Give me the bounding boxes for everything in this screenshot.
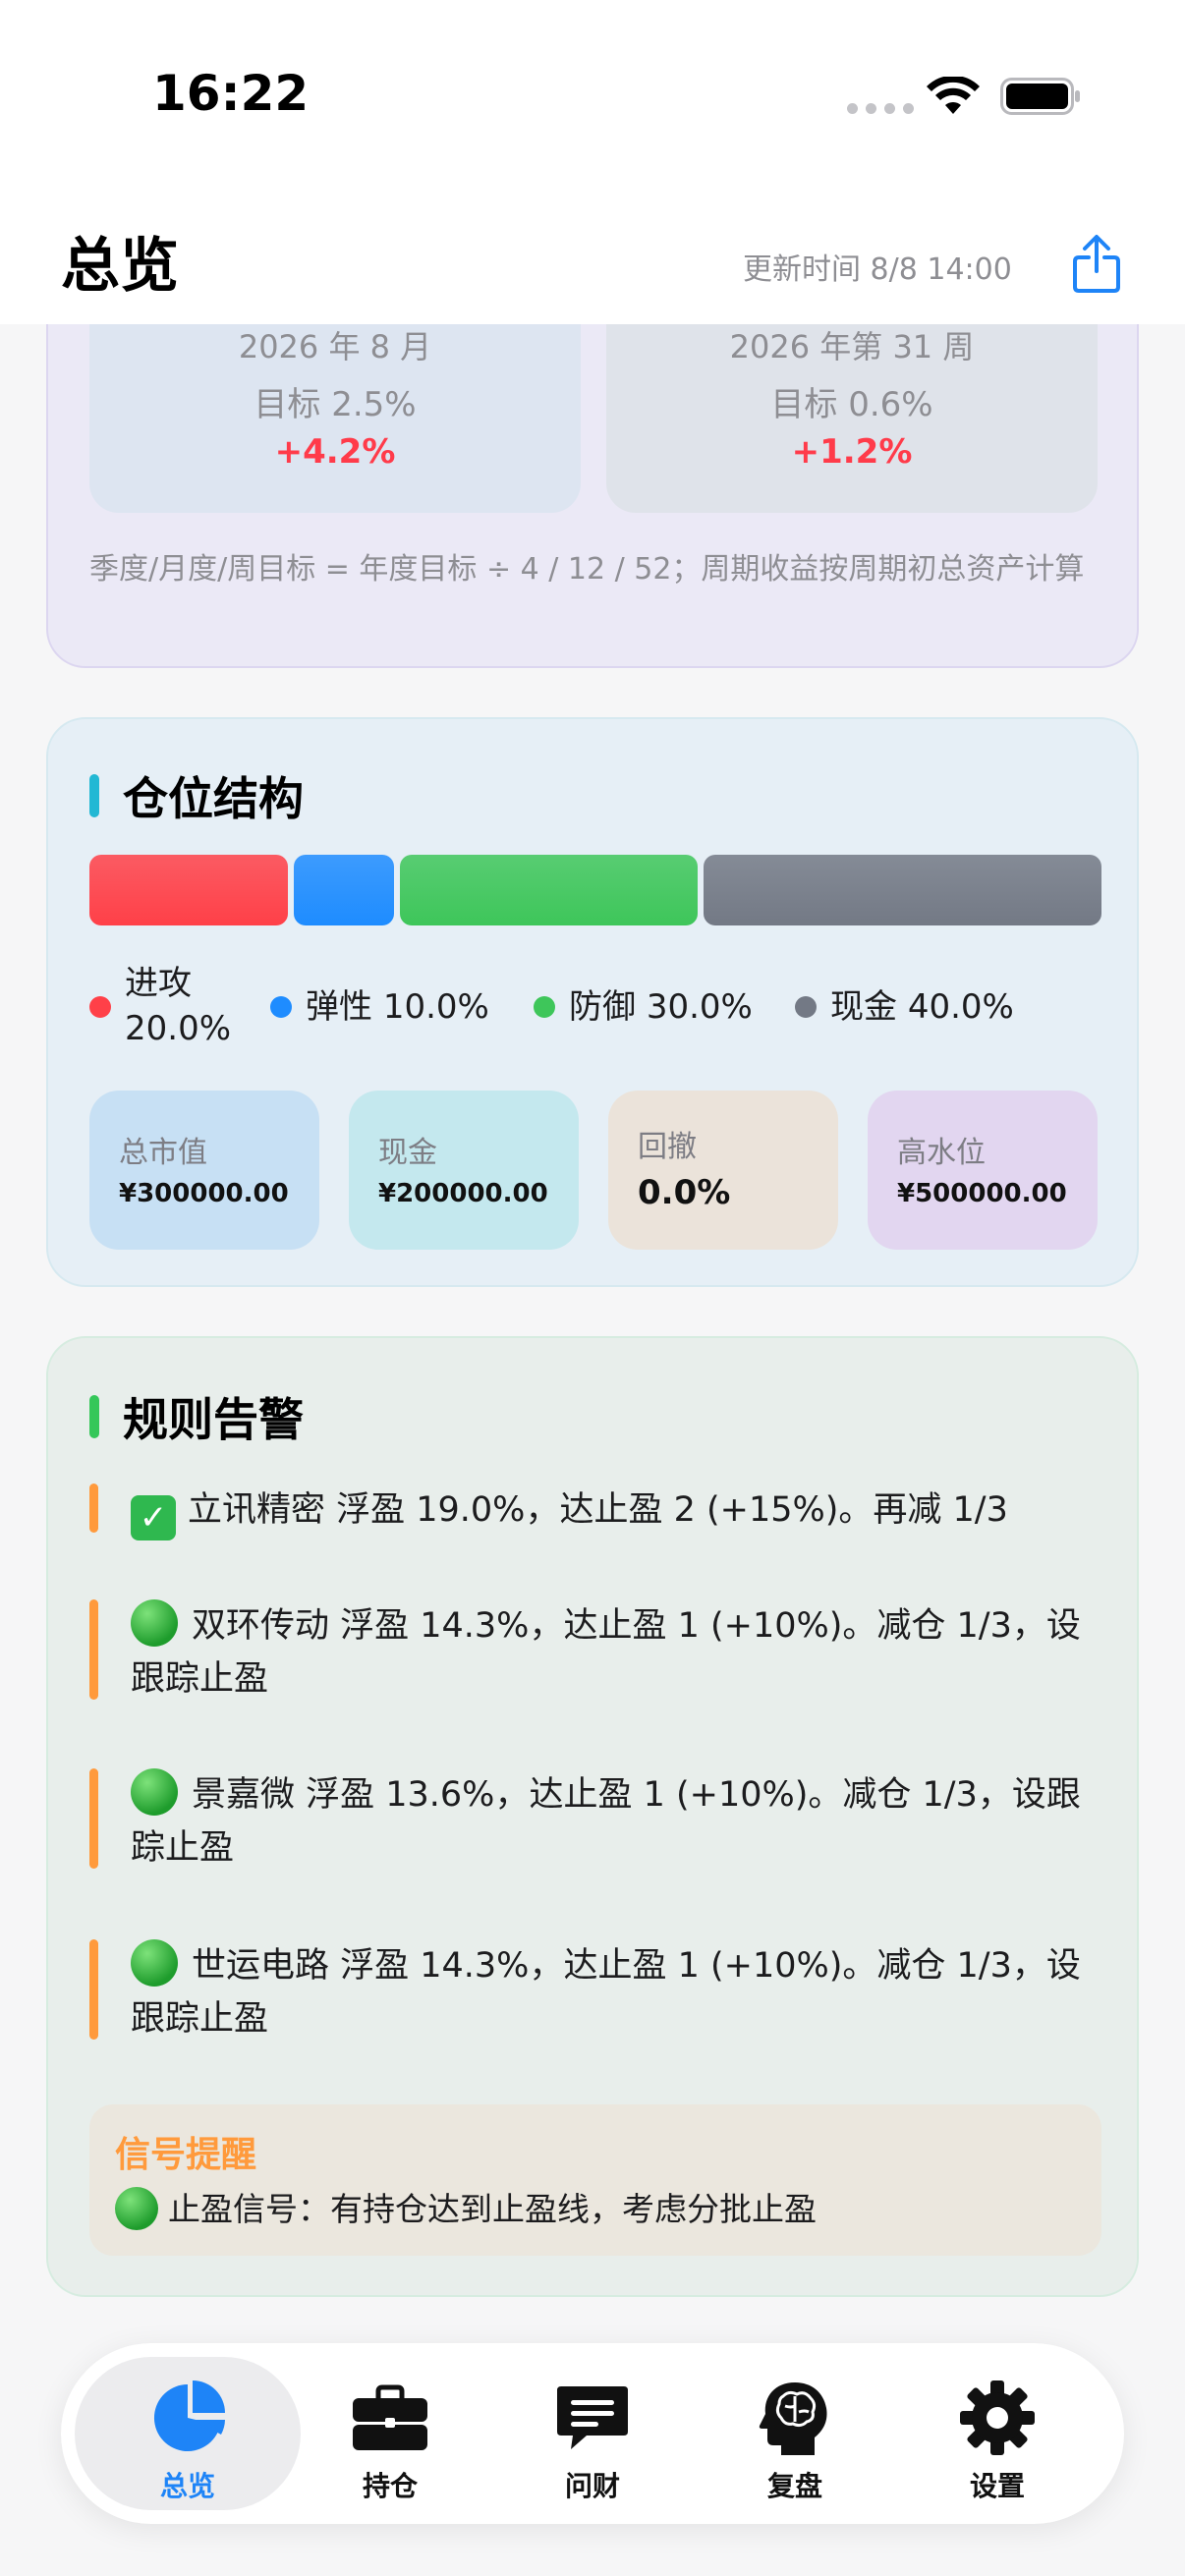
position-structure-card: 仓位结构 进攻 20.0% 弹性 10.0% 防御 30.0% 现金 40.0%… xyxy=(46,717,1139,1287)
gear-icon xyxy=(960,2380,1035,2455)
metric-high-water-mark: 高水位 ¥500000.00 xyxy=(868,1091,1098,1250)
allocation-segment-defense xyxy=(399,855,699,925)
metric-drawdown: 回撤 0.0% xyxy=(608,1091,838,1250)
allocation-segment-cash xyxy=(704,855,1101,925)
briefcase-icon xyxy=(353,2384,427,2450)
share-icon[interactable] xyxy=(1071,234,1122,295)
tab-label: 问财 xyxy=(564,2470,620,2502)
alert-marker xyxy=(89,1768,98,1869)
rule-alerts-card: 规则告警 ✓ 立讯精密 浮盈 19.0%，达止盈 2 (+15%)。再减 1/3 … xyxy=(46,1336,1139,2297)
page-title: 总览 xyxy=(61,232,179,301)
alert-item: 世运电路 浮盈 14.3%，达止盈 1 (+10%)。减仓 1/3，设跟踪止盈 xyxy=(89,1939,1101,2047)
metric-value: ¥500000.00 xyxy=(897,1179,1067,1208)
legend-dot-attack xyxy=(89,996,111,1018)
legend-cash: 现金 40.0% xyxy=(830,984,1014,1030)
alert-message: 景嘉微 浮盈 13.6%，达止盈 1 (+10%)。减仓 1/3，设跟踪止盈 xyxy=(131,1775,1081,1868)
allocation-segment-elastic xyxy=(294,855,394,925)
position-structure-header: 仓位结构 xyxy=(89,766,304,825)
check-mark-icon: ✓ xyxy=(131,1495,176,1540)
legend-cash-percent: 40.0% xyxy=(907,987,1014,1027)
metric-label: 现金 xyxy=(378,1136,437,1170)
alert-item: 景嘉微 浮盈 13.6%，达止盈 1 (+10%)。减仓 1/3，设跟踪止盈 xyxy=(89,1768,1101,1876)
metric-value: ¥300000.00 xyxy=(119,1179,289,1208)
month-goal-target: 目标 2.5% xyxy=(254,385,417,424)
legend-defense-name: 防御 xyxy=(569,987,636,1027)
tab-label: 设置 xyxy=(969,2470,1025,2502)
week-goal-return: +1.2% xyxy=(791,432,913,472)
cellular-signal-icon xyxy=(847,103,914,114)
legend-defense: 防御 30.0% xyxy=(569,984,753,1030)
green-circle-icon xyxy=(115,2187,158,2230)
rule-alerts-title: 规则告警 xyxy=(123,1393,304,1446)
legend-cash-name: 现金 xyxy=(830,987,897,1027)
tab-review[interactable]: 复盘 xyxy=(682,2357,908,2510)
rule-alerts-header: 规则告警 xyxy=(89,1387,304,1446)
tab-ask[interactable]: 问财 xyxy=(480,2357,705,2510)
legend-attack-percent: 20.0% xyxy=(125,1009,232,1048)
allocation-segment-attack xyxy=(89,855,289,925)
metric-cash: 现金 ¥200000.00 xyxy=(349,1091,579,1250)
green-circle-icon xyxy=(131,1768,178,1816)
green-circle-icon xyxy=(131,1599,178,1647)
update-time: 更新时间 8/8 14:00 xyxy=(743,252,1012,287)
metric-label: 回撤 xyxy=(638,1130,697,1164)
metric-value: 0.0% xyxy=(638,1173,731,1212)
alert-message: 双环传动 浮盈 14.3%，达止盈 1 (+10%)。减仓 1/3，设跟踪止盈 xyxy=(131,1606,1081,1699)
tab-label: 复盘 xyxy=(766,2470,822,2502)
legend-dot-elastic xyxy=(270,996,292,1018)
wifi-icon xyxy=(927,77,980,114)
tab-holdings[interactable]: 持仓 xyxy=(277,2357,503,2510)
battery-icon xyxy=(1000,78,1080,115)
pie-chart-icon xyxy=(153,2380,225,2451)
alert-text: 世运电路 浮盈 14.3%，达止盈 1 (+10%)。减仓 1/3，设跟踪止盈 xyxy=(131,1939,1103,2045)
status-time: 16:22 xyxy=(152,65,310,122)
tab-settings[interactable]: 设置 xyxy=(884,2357,1110,2510)
legend-dot-cash xyxy=(795,996,817,1018)
month-goal-period: 2026 年 8 月 xyxy=(238,328,432,365)
alert-message: 立讯精密 浮盈 19.0%，达止盈 2 (+15%)。再减 1/3 xyxy=(188,1490,1008,1530)
signal-message: 止盈信号：有持仓达到止盈线，考虑分批止盈 xyxy=(168,2190,817,2228)
month-goal-return: +4.2% xyxy=(274,432,396,472)
brain-head-icon xyxy=(759,2382,827,2455)
alert-text: 景嘉微 浮盈 13.6%，达止盈 1 (+10%)。减仓 1/3，设跟踪止盈 xyxy=(131,1768,1103,1875)
tab-label: 持仓 xyxy=(362,2470,418,2502)
metric-label: 总市值 xyxy=(119,1136,207,1170)
week-goal-period: 2026 年第 31 周 xyxy=(729,328,975,365)
alert-marker xyxy=(89,1484,98,1533)
tab-label: 总览 xyxy=(159,2470,215,2502)
allocation-bar xyxy=(89,855,1101,925)
metric-total-market-value: 总市值 ¥300000.00 xyxy=(89,1091,319,1250)
goal-note: 季度/月度/周目标 = 年度目标 ÷ 4 / 12 / 52；周期收益按周期初总… xyxy=(89,552,1085,587)
metric-label: 高水位 xyxy=(897,1136,986,1170)
signal-title: 信号提醒 xyxy=(115,2135,257,2175)
alert-marker xyxy=(89,1599,98,1700)
legend-elastic-name: 弹性 xyxy=(306,987,372,1027)
signal-reminder: 信号提醒 止盈信号：有持仓达到止盈线，考虑分批止盈 xyxy=(89,2104,1101,2256)
alert-item: ✓ 立讯精密 浮盈 19.0%，达止盈 2 (+15%)。再减 1/3 xyxy=(89,1484,1103,1540)
alerts-section-accent xyxy=(89,1395,99,1438)
tab-bar: 总览 持仓 问财 复盘 设置 xyxy=(61,2343,1124,2524)
legend-attack: 进攻 20.0% xyxy=(125,961,231,1051)
alert-text: 双环传动 浮盈 14.3%，达止盈 1 (+10%)。减仓 1/3，设跟踪止盈 xyxy=(131,1599,1103,1706)
alert-text: ✓ 立讯精密 浮盈 19.0%，达止盈 2 (+15%)。再减 1/3 xyxy=(131,1484,1103,1540)
legend-elastic: 弹性 10.0% xyxy=(306,984,489,1030)
chat-bubble-icon xyxy=(557,2386,628,2449)
legend-defense-percent: 30.0% xyxy=(646,987,753,1027)
tab-overview[interactable]: 总览 xyxy=(75,2357,301,2510)
alert-message: 世运电路 浮盈 14.3%，达止盈 1 (+10%)。减仓 1/3，设跟踪止盈 xyxy=(131,1946,1081,2039)
metric-value: ¥200000.00 xyxy=(378,1179,548,1208)
position-section-accent xyxy=(89,774,99,817)
legend-elastic-percent: 10.0% xyxy=(382,987,489,1027)
alert-marker xyxy=(89,1939,98,2040)
week-goal-target: 目标 0.6% xyxy=(770,385,933,424)
alert-item: 双环传动 浮盈 14.3%，达止盈 1 (+10%)。减仓 1/3，设跟踪止盈 xyxy=(89,1599,1101,1708)
signal-text: 止盈信号：有持仓达到止盈线，考虑分批止盈 xyxy=(115,2183,817,2230)
status-bar: 16:22 xyxy=(0,0,1185,192)
green-circle-icon xyxy=(131,1939,178,1987)
legend-dot-defense xyxy=(534,996,555,1018)
legend-attack-name: 进攻 xyxy=(125,964,192,1003)
position-structure-title: 仓位结构 xyxy=(123,772,304,825)
